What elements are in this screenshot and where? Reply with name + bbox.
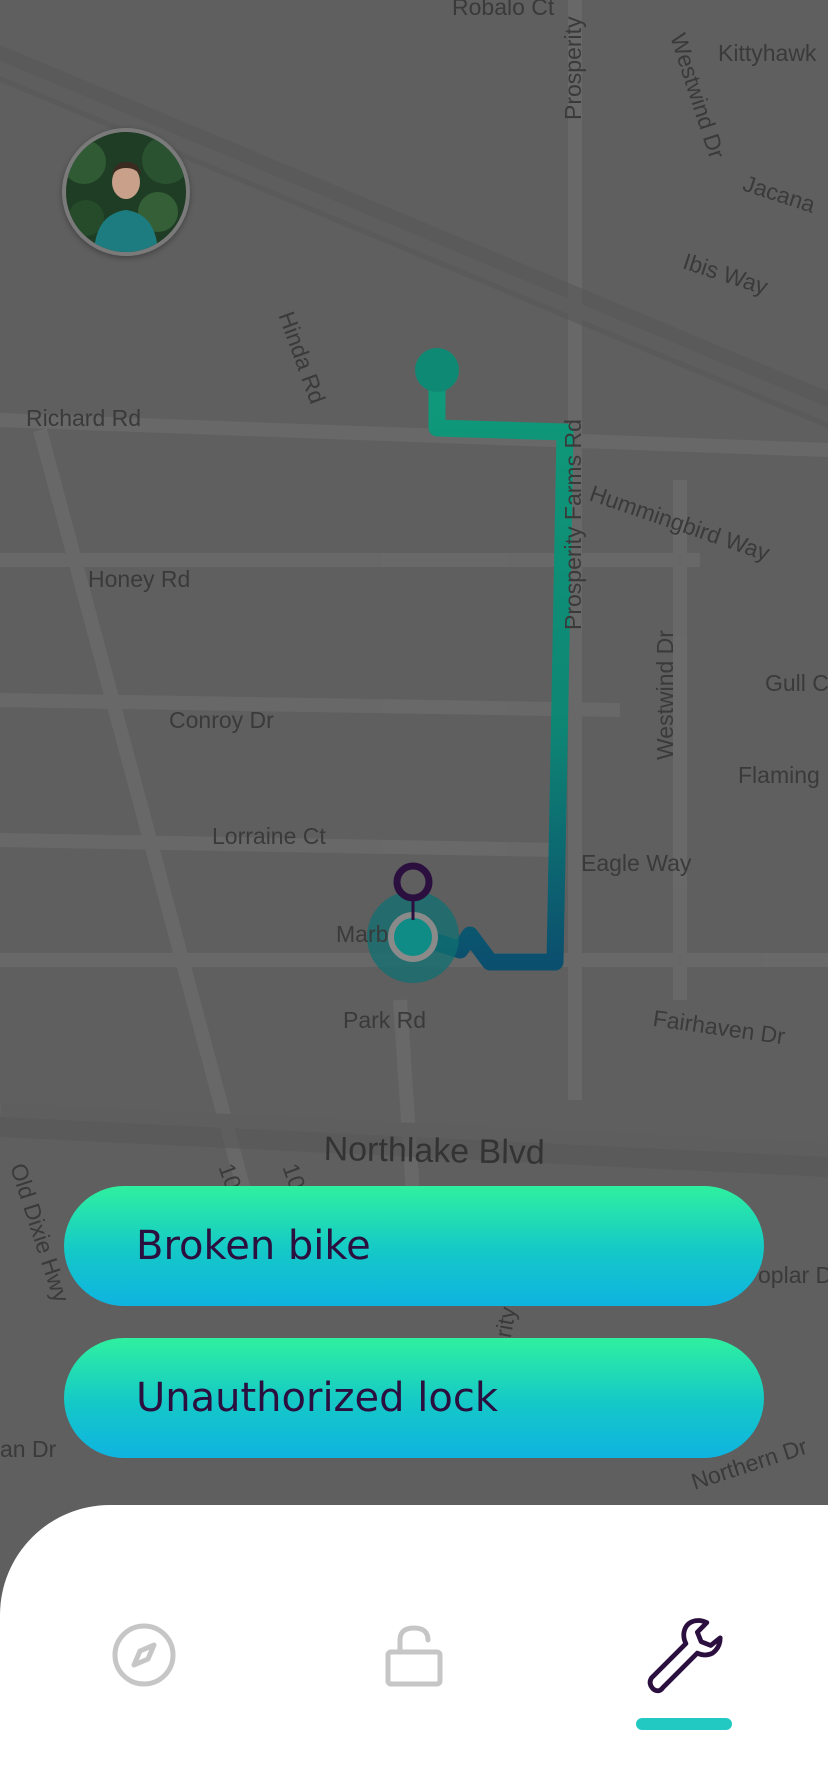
street-label: Prosperity Farms Rd — [560, 419, 586, 630]
bottom-nav — [0, 1505, 828, 1792]
active-tab-indicator — [636, 1718, 732, 1730]
street-label: Flaming — [738, 762, 820, 788]
user-avatar[interactable] — [62, 128, 190, 256]
street-label: Kittyhawk — [718, 40, 817, 66]
bike-pin-marker — [393, 862, 433, 902]
location-ring — [388, 912, 438, 962]
unauthorized-lock-button[interactable]: Unauthorized lock — [64, 1338, 764, 1458]
street-label: Honey Rd — [88, 566, 191, 592]
street-label: Lorraine Ct — [212, 823, 326, 849]
compass-icon — [112, 1623, 176, 1687]
wrench-icon — [647, 1618, 723, 1694]
unlock-icon — [385, 1625, 443, 1687]
street-label: oplar D — [758, 1262, 828, 1288]
street-label: Marb — [336, 921, 389, 947]
broken-bike-button[interactable]: Broken bike — [64, 1186, 764, 1306]
street-label: Westwind Dr — [652, 630, 678, 760]
street-label: Prosperity — [560, 16, 586, 120]
nav-item-explore[interactable] — [104, 1615, 184, 1695]
avatar-image — [66, 132, 186, 252]
street-label: Robalo Ct — [452, 0, 555, 20]
nav-item-service[interactable] — [644, 1615, 724, 1695]
street-label: Gull C — [765, 670, 828, 696]
street-label: Conroy Dr — [169, 707, 274, 733]
street-label: Park Rd — [343, 1007, 427, 1033]
route-start-dot — [415, 348, 459, 392]
street-label: rity — [490, 1304, 521, 1340]
street-label: an Dr — [0, 1436, 57, 1462]
street-label: Northlake Blvd — [323, 1130, 546, 1172]
nav-item-unlock[interactable] — [374, 1615, 454, 1695]
street-label: Richard Rd — [26, 405, 142, 431]
street-label: Eagle Way — [581, 850, 692, 876]
